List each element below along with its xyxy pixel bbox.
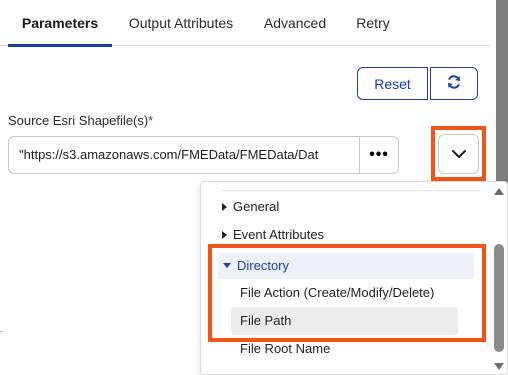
tab-bar: Parameters Output Attributes Advanced Re… <box>0 0 490 47</box>
tab-parameters[interactable]: Parameters <box>8 0 112 47</box>
reset-button[interactable]: Reset <box>357 67 428 100</box>
caret-right-icon <box>222 230 227 239</box>
caret-right-icon <box>222 202 227 211</box>
tab-advanced[interactable]: Advanced <box>256 0 334 46</box>
tree-item-label: Event Attributes <box>233 227 325 242</box>
popup-divider <box>222 190 480 191</box>
refresh-icon <box>446 74 462 93</box>
directory-highlight-box <box>208 244 486 342</box>
field-label-text: Source Esri Shapefile(s) <box>8 113 149 128</box>
chevron-down-icon <box>451 147 467 162</box>
tab-retry[interactable]: Retry <box>350 0 396 46</box>
tab-output-attributes[interactable]: Output Attributes <box>122 0 240 46</box>
popup-scrollbar-thumb[interactable] <box>494 244 504 352</box>
source-path-input[interactable]: "https://s3.amazonaws.com/FMEData/FMEDat… <box>8 136 360 174</box>
refresh-button[interactable] <box>430 67 478 100</box>
required-marker: * <box>148 113 154 128</box>
page-scrollbar-thumb[interactable] <box>496 0 508 184</box>
scroll-up-arrow-icon[interactable] <box>492 184 506 198</box>
browse-button[interactable]: ••• <box>359 136 399 174</box>
tree-item-general[interactable]: General <box>222 195 279 219</box>
attribute-dropdown-toggle[interactable] <box>438 134 479 174</box>
scroll-down-arrow-icon[interactable] <box>492 360 506 374</box>
source-shapefile-label: Source Esri Shapefile(s)* <box>8 113 153 128</box>
edge-divider <box>0 331 3 332</box>
tree-item-label: General <box>233 199 280 214</box>
